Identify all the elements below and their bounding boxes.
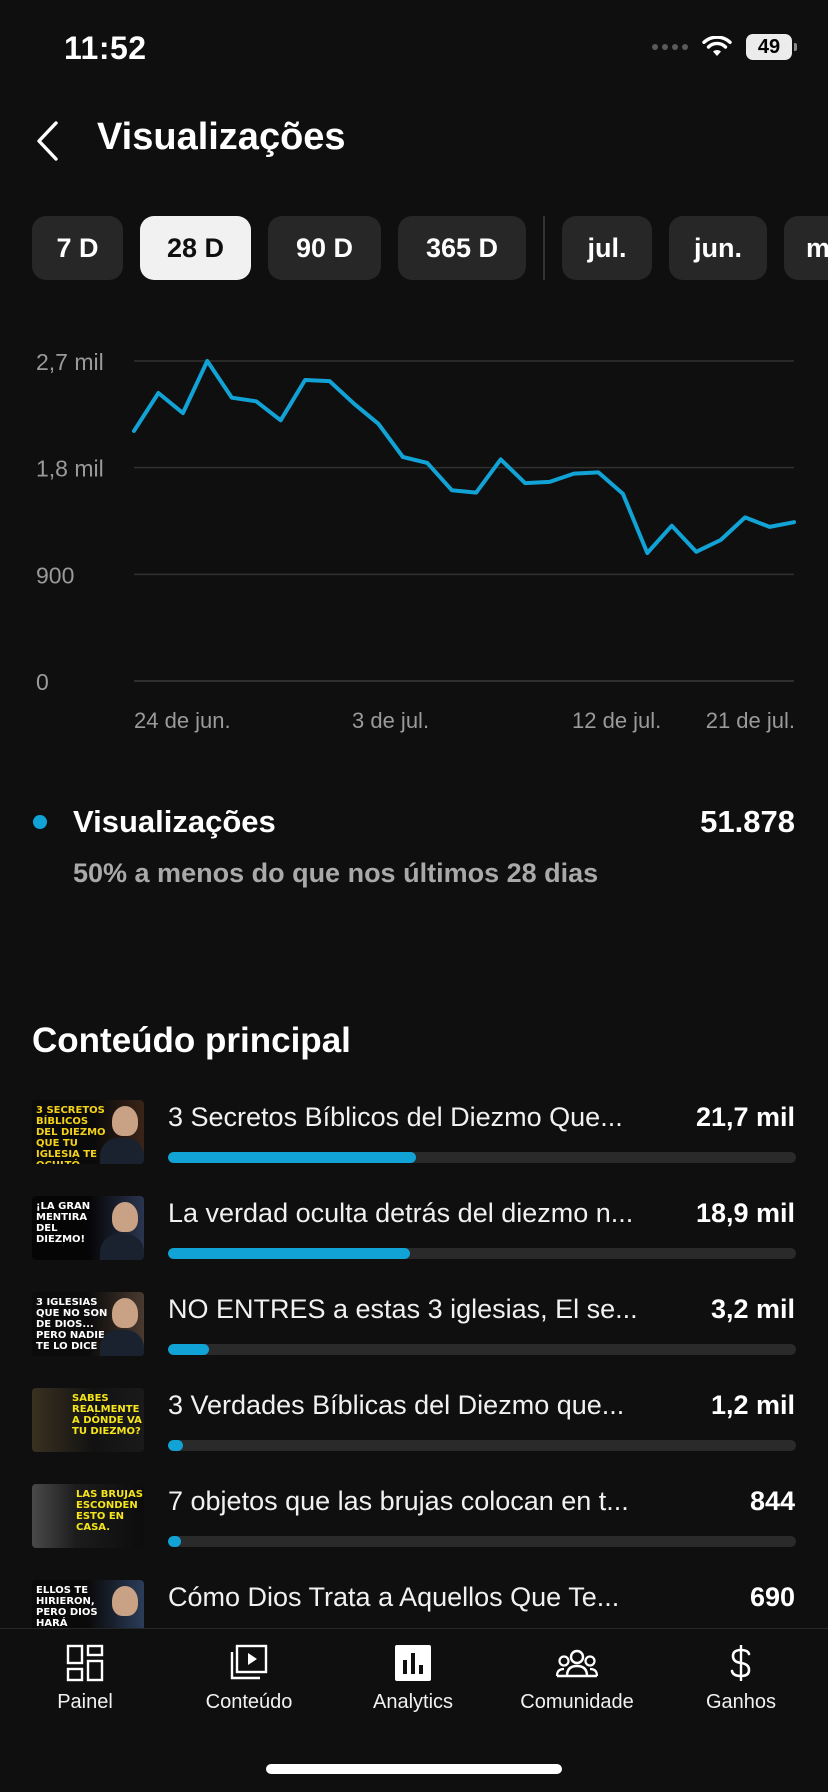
- chip-label: 7 D: [56, 232, 99, 263]
- chip-365d[interactable]: 365 D: [398, 216, 526, 280]
- video-thumbnail: 3 iglesias que no son de Dios... pero na…: [32, 1292, 144, 1356]
- dashboard-icon: [66, 1644, 104, 1682]
- status-time: 11:52: [64, 30, 147, 66]
- y-tick-label: 2,7 mil: [36, 349, 104, 375]
- nav-comunidade[interactable]: Comunidade: [502, 1643, 652, 1714]
- views-series-line: [132, 359, 796, 555]
- metric-total: 51.878: [700, 804, 795, 839]
- content-item[interactable]: Las brujas esconden esto en casa. 7 obje…: [0, 1480, 828, 1576]
- content-views: 18,9 mil: [695, 1198, 795, 1228]
- content-views: 690: [749, 1582, 795, 1612]
- analytics-views-screen: 11:52 49 Visualizações 7 D 28 D 90 D 365…: [0, 0, 828, 1792]
- content-views: 3,2 mil: [710, 1294, 795, 1324]
- views-line-chart: 0 900 1,8 mil 2,7 mil 24 de jun. 3 de jul. 12 …: [36, 349, 796, 733]
- chip-divider: [543, 216, 545, 280]
- nav-conteudo[interactable]: Conteúdo: [174, 1643, 324, 1714]
- community-icon: [555, 1649, 599, 1678]
- content-item[interactable]: 3 iglesias que no son de Dios... pero na…: [0, 1288, 828, 1384]
- views-share-fill: [168, 1248, 410, 1259]
- chip-jul[interactable]: jul.: [562, 216, 652, 280]
- period-chips: 7 D 28 D 90 D 365 D jul. jun. m: [32, 216, 828, 280]
- content-views: 1,2 mil: [710, 1390, 795, 1420]
- views-share-fill: [168, 1344, 209, 1355]
- video-thumbnail: Las brujas esconden esto en casa.: [32, 1484, 144, 1548]
- chip-label: jun.: [694, 232, 742, 263]
- views-share-bar: [168, 1344, 796, 1355]
- views-share-bar: [168, 1440, 796, 1451]
- analytics-icon: [395, 1645, 431, 1681]
- views-share-bar: [168, 1152, 796, 1163]
- views-share-fill: [168, 1440, 184, 1451]
- series-dot: [33, 815, 47, 829]
- metric-label: Visualizações: [73, 804, 276, 839]
- y-tick-label: 1,8 mil: [36, 456, 104, 482]
- chip-label: 28 D: [166, 232, 225, 263]
- chip-label: 365 D: [425, 232, 499, 263]
- chip-label: 90 D: [295, 232, 354, 263]
- chevron-left-icon: [37, 121, 58, 161]
- nav-analytics[interactable]: Analytics: [338, 1643, 488, 1714]
- content-title: Cómo Dios Trata a Aquellos Que Te...: [168, 1582, 620, 1612]
- content-title: 3 Secretos Bíblicos del Diezmo Que...: [168, 1102, 623, 1132]
- content-item[interactable]: Sabes realmente a dónde va tu diezmo? 3 …: [0, 1384, 828, 1480]
- chip-jun[interactable]: jun.: [669, 216, 767, 280]
- video-thumbnail: Ellos te hirieron, pero Dios hará justic…: [32, 1580, 144, 1628]
- status-icons: 49: [652, 34, 797, 60]
- video-thumbnail: Sabes realmente a dónde va tu diezmo?: [32, 1388, 144, 1452]
- views-share-fill: [168, 1536, 181, 1547]
- nav-label: Ganhos: [705, 1691, 777, 1713]
- x-tick-label: 24 de jun.: [134, 708, 231, 733]
- nav-painel[interactable]: Painel: [10, 1643, 160, 1714]
- content-title: La verdad oculta detrás del diezmo n...: [168, 1198, 634, 1228]
- wifi-icon: [702, 36, 732, 56]
- dollar-icon: [730, 1645, 751, 1681]
- content-views: 844: [749, 1486, 795, 1516]
- content-item[interactable]: Ellos te hirieron, pero Dios hará justic…: [0, 1576, 828, 1628]
- section-title: Conteúdo principal: [32, 1021, 351, 1060]
- signal-dots-icon: [652, 44, 688, 50]
- views-share-fill: [168, 1152, 417, 1163]
- nav-label: Painel: [57, 1691, 113, 1713]
- nav-label: Comunidade: [520, 1691, 634, 1713]
- thumbnail-caption: Ellos te hirieron, pero Dios hará justic…: [36, 1585, 98, 1628]
- nav-ganhos[interactable]: Ganhos: [666, 1643, 816, 1714]
- x-tick-label: 12 de jul.: [572, 708, 661, 733]
- content-icon: [230, 1644, 268, 1680]
- y-tick-label: 900: [36, 562, 74, 588]
- thumbnail-caption: 3 Secretos bíblicos del diezmo que tu ig…: [36, 1105, 106, 1164]
- views-share-bar: [168, 1536, 796, 1547]
- video-thumbnail: 3 Secretos bíblicos del diezmo que tu ig…: [32, 1100, 144, 1164]
- x-tick-label: 21 de jul.: [706, 708, 795, 733]
- content-title: 3 Verdades Bíblicas del Diezmo que...: [168, 1390, 625, 1420]
- page-title: Visualizações: [97, 116, 346, 158]
- chip-7d[interactable]: 7 D: [32, 216, 123, 280]
- top-content-list: 3 Secretos bíblicos del diezmo que tu ig…: [0, 1096, 828, 1628]
- chip-may[interactable]: m: [784, 216, 828, 280]
- thumbnail-caption: ¡La gran mentira del diezmo!: [36, 1201, 91, 1245]
- battery-level: 49: [757, 35, 781, 58]
- content-title: NO ENTRES a estas 3 iglesias, El se...: [168, 1294, 638, 1324]
- metric-comparison: 50% a menos do que nos últimos 28 dias: [73, 858, 599, 888]
- nav-label: Conteúdo: [205, 1691, 293, 1713]
- content-title: 7 objetos que las brujas colocan en t...: [168, 1486, 629, 1516]
- views-share-bar: [168, 1248, 796, 1259]
- chip-label: m: [806, 232, 828, 263]
- thumbnail-caption: Sabes realmente a dónde va tu diezmo?: [72, 1393, 142, 1437]
- thumbnail-caption: 3 iglesias que no son de Dios... pero na…: [36, 1297, 108, 1352]
- battery-icon: 49: [746, 34, 797, 60]
- thumbnail-caption: Las brujas esconden esto en casa.: [76, 1489, 143, 1533]
- content-item[interactable]: 3 Secretos bíblicos del diezmo que tu ig…: [0, 1096, 828, 1192]
- chip-28d[interactable]: 28 D: [140, 216, 251, 280]
- home-indicator: [266, 1764, 562, 1774]
- back-button[interactable]: [30, 118, 70, 164]
- y-tick-label: 0: [36, 669, 49, 695]
- chip-label: jul.: [587, 232, 627, 263]
- chip-90d[interactable]: 90 D: [268, 216, 381, 280]
- nav-label: Analytics: [372, 1691, 454, 1713]
- video-thumbnail: ¡La gran mentira del diezmo!: [32, 1196, 144, 1260]
- x-tick-label: 3 de jul.: [352, 708, 429, 733]
- content-item[interactable]: ¡La gran mentira del diezmo! La verdad o…: [0, 1192, 828, 1288]
- content-views: 21,7 mil: [695, 1102, 795, 1132]
